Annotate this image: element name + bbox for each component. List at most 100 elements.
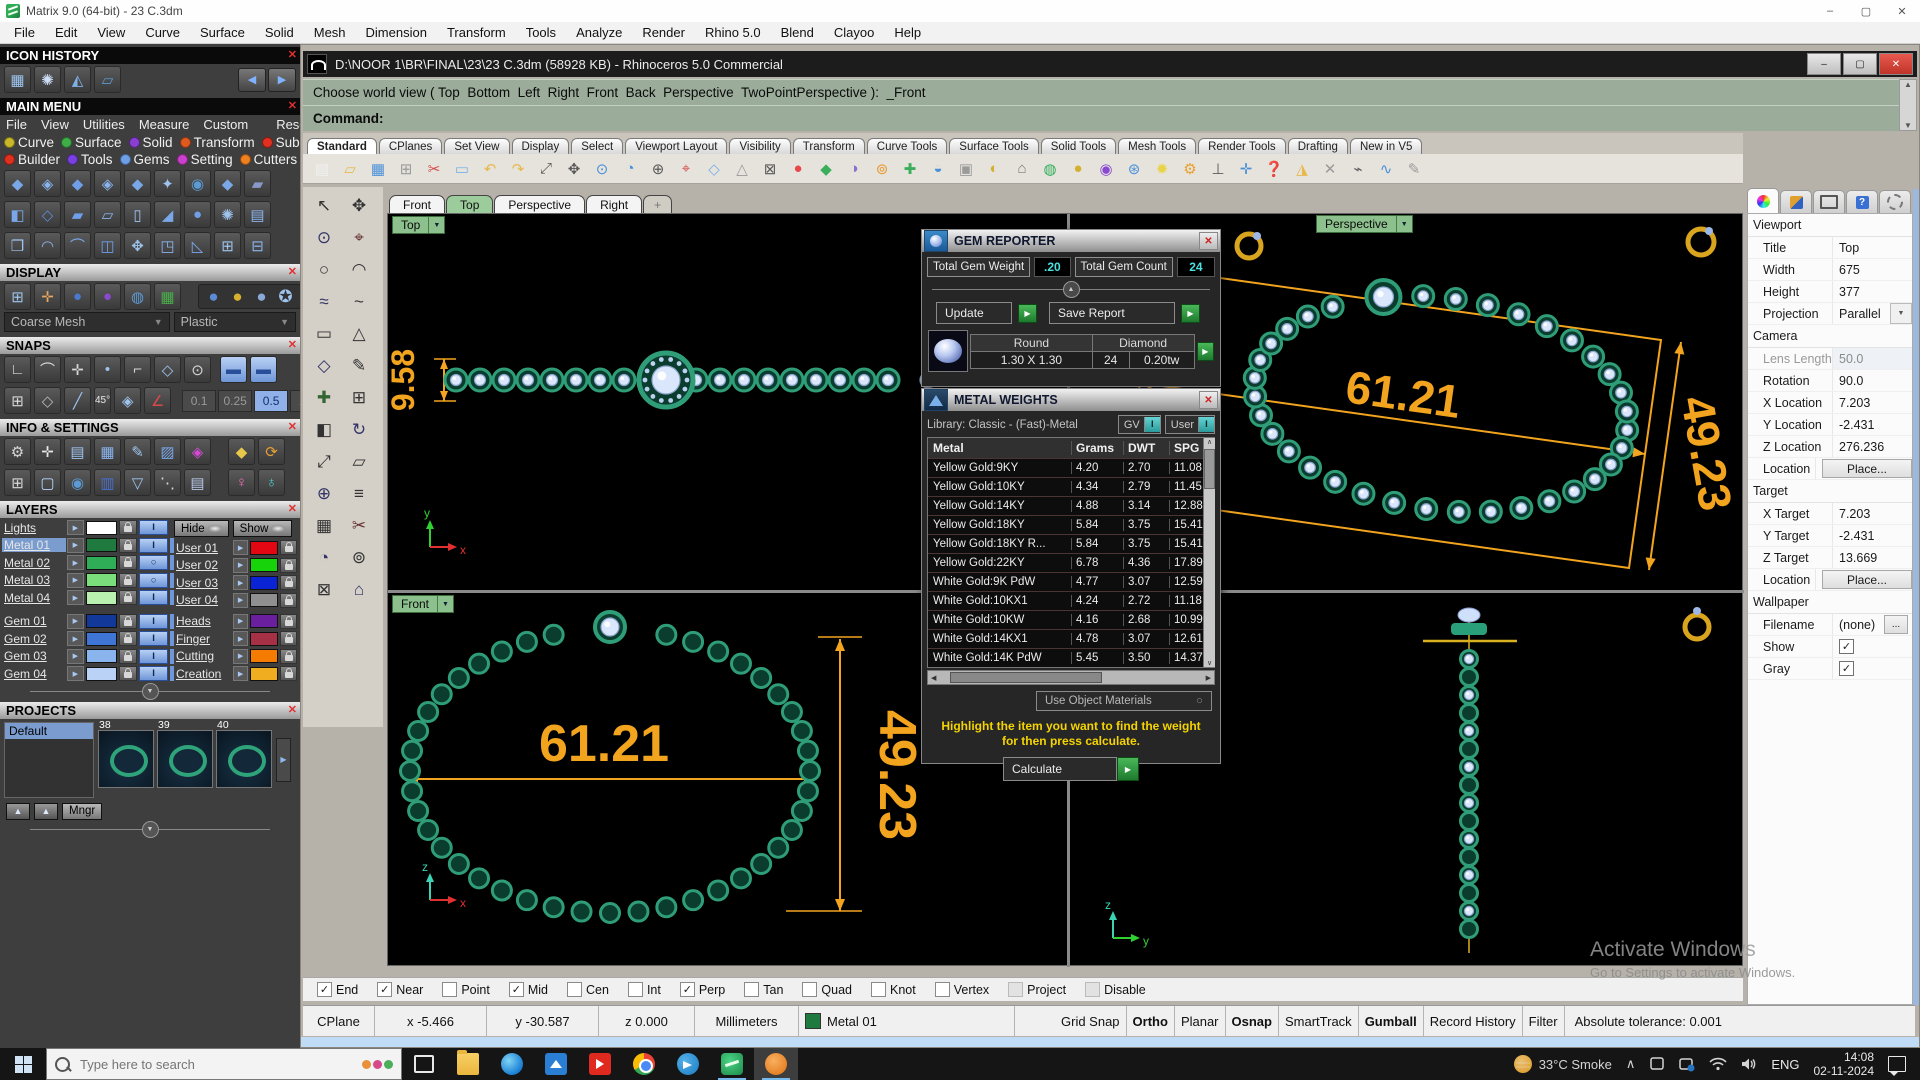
toolbar-tab[interactable]: Solid Tools (1040, 138, 1117, 154)
tool-icon[interactable]: ○ (309, 255, 339, 285)
layer-name[interactable]: Cutting (174, 649, 232, 663)
update-button[interactable]: Update (936, 302, 1012, 324)
layer-row[interactable]: Gem 04 ▶ I (2, 666, 174, 681)
search-box[interactable] (46, 1048, 402, 1080)
layer-color-swatch[interactable] (85, 520, 117, 535)
menu-item[interactable]: Curve (135, 25, 190, 40)
metal-table-row[interactable]: White Gold:9K PdW 4.77 3.07 12.59 (928, 572, 1203, 591)
layer-color-swatch[interactable] (250, 575, 279, 590)
menu-item[interactable]: Blend (771, 25, 824, 40)
chevron-down-icon[interactable]: ▼ (141, 820, 159, 838)
layer-color-swatch[interactable] (85, 538, 117, 552)
gem-tool-icon[interactable]: ⌒ (64, 232, 91, 259)
toolbar-tab[interactable]: CPlanes (378, 138, 443, 154)
history-forward-button[interactable]: ▶ (268, 67, 296, 92)
calculate-button[interactable]: Calculate (1003, 757, 1117, 781)
layer-row[interactable]: Metal 01 ▶ I (2, 537, 174, 553)
layer-row[interactable]: User 01 ▶ (174, 540, 298, 555)
osnap-item[interactable]: Point (442, 982, 490, 997)
tab-layers[interactable] (1780, 190, 1812, 213)
main-menu-item[interactable]: View (41, 117, 69, 132)
layer-row[interactable]: Cutting ▶ (174, 648, 298, 664)
snap-icon[interactable]: ⌐ (124, 356, 151, 383)
tool-icon[interactable]: ≈ (309, 287, 339, 317)
tool-icon[interactable]: ✥ (344, 191, 374, 221)
layer-color-swatch[interactable] (250, 593, 279, 607)
snap-icon[interactable]: ◇ (154, 356, 181, 383)
close-icon[interactable]: ✕ (288, 502, 297, 515)
layer-expand-button[interactable]: ▶ (67, 666, 84, 681)
layer-expand-button[interactable]: ▶ (233, 575, 249, 590)
snap-icon[interactable]: ⌒ (34, 356, 61, 383)
layer-visibility-toggle[interactable]: I (139, 666, 169, 681)
gem-tool-icon[interactable]: ◈ (94, 170, 121, 197)
grid-value-button[interactable]: 0.1 (182, 389, 217, 412)
prop-value[interactable]: 276.236 (1832, 436, 1912, 457)
toolbar-icon[interactable]: ▭ (449, 155, 475, 182)
tool-icon[interactable]: ◧ (309, 415, 339, 445)
prop-value[interactable]: -2.431 (1832, 525, 1912, 546)
toolbar-tab[interactable]: New in V5 (1349, 138, 1423, 154)
column-header[interactable]: DWT (1123, 441, 1169, 455)
osnap-checkbox[interactable]: ✓ (317, 982, 332, 997)
tool-icon[interactable]: ↖ (309, 191, 339, 221)
layer-expand-button[interactable]: ▶ (67, 648, 84, 664)
menu-item[interactable]: Mesh (304, 25, 356, 40)
menu-item[interactable]: Analyze (566, 25, 632, 40)
toolbar-icon[interactable]: ⊛ (1121, 155, 1147, 182)
project-thumbnail[interactable]: 38 (98, 719, 154, 792)
scrollbar-thumb[interactable] (1204, 449, 1215, 489)
chevron-down-icon[interactable]: ▼ (437, 596, 454, 612)
category-item[interactable]: Curve (4, 135, 54, 150)
osnap-item[interactable]: Cen (567, 982, 609, 997)
toolbar-icon[interactable]: ✕ (1317, 155, 1343, 182)
layer-color-swatch[interactable] (85, 666, 117, 681)
layer-lock-icon[interactable] (118, 613, 138, 629)
layer-color-swatch[interactable] (85, 649, 117, 663)
layer-name[interactable]: Gem 04 (2, 667, 66, 681)
layer-color-swatch[interactable] (85, 631, 117, 646)
layer-name[interactable]: Metal 03 (2, 573, 66, 587)
layer-lock-icon[interactable] (280, 648, 297, 664)
layer-expand-button[interactable]: ▶ (233, 613, 249, 629)
layer-expand-button[interactable]: ▶ (233, 592, 249, 608)
gem-tool-icon[interactable]: ✥ (124, 232, 151, 259)
command-scrollbar[interactable]: ▲ ▼ (1899, 79, 1917, 131)
layer-row[interactable]: Metal 02 ▶ ○ (2, 555, 174, 570)
tool-icon[interactable]: △ (344, 319, 374, 349)
tab-help[interactable]: ? (1846, 190, 1878, 213)
toolbar-tab[interactable]: Surface Tools (949, 138, 1039, 154)
maximize-icon[interactable]: ▢ (1848, 0, 1884, 22)
layer-name[interactable]: Finger (174, 632, 232, 646)
projects-panel-slider[interactable]: ▼ (0, 820, 300, 838)
show-layers-button[interactable]: Show (232, 520, 293, 537)
projection-dropdown[interactable]: Parallel ▼ (1832, 303, 1912, 324)
viewport-tab[interactable]: Right (586, 195, 643, 213)
gem-tool-icon[interactable]: ◧ (4, 201, 31, 228)
layer-color-swatch[interactable] (250, 614, 279, 628)
notification-center-icon[interactable] (1888, 1056, 1906, 1076)
toolbar-icon[interactable]: △ (729, 155, 755, 182)
menu-item[interactable]: Dimension (356, 25, 437, 40)
metal-table-row[interactable]: Yellow Gold:18KY 5.84 3.75 15.41 (928, 515, 1203, 534)
cplane-cell[interactable]: CPlane (303, 1006, 375, 1036)
collapse-icon[interactable]: ▲ (1062, 281, 1080, 298)
tool-icon[interactable]: ✚ (309, 383, 339, 413)
layer-name[interactable]: User 03 (174, 576, 232, 590)
toolbar-icon[interactable]: ⌖ (673, 155, 699, 182)
snap-icon[interactable]: ✛ (64, 356, 91, 383)
toolbar-tab[interactable]: Select (571, 138, 624, 154)
calculate-play-icon[interactable]: ▶ (1117, 757, 1139, 781)
layer-lock-icon[interactable] (118, 537, 138, 553)
toolbar-icon[interactable]: ▱ (337, 155, 363, 182)
gem-tool-icon[interactable]: ▰ (244, 170, 271, 197)
tool-icon[interactable]: ◠ (344, 255, 374, 285)
layer-expand-button[interactable]: ▶ (67, 537, 84, 553)
toolbar-icon[interactable]: ⌂ (1009, 155, 1035, 182)
toolbar-icon[interactable]: ⊚ (869, 155, 895, 182)
layer-lock-icon[interactable] (118, 590, 138, 605)
prop-value[interactable]: 90.0 (1832, 370, 1912, 391)
gem-tool-icon[interactable]: ✦ (154, 170, 181, 197)
gem-tool-icon[interactable]: ⊞ (214, 232, 241, 259)
layer-expand-button[interactable]: ▶ (67, 555, 84, 570)
